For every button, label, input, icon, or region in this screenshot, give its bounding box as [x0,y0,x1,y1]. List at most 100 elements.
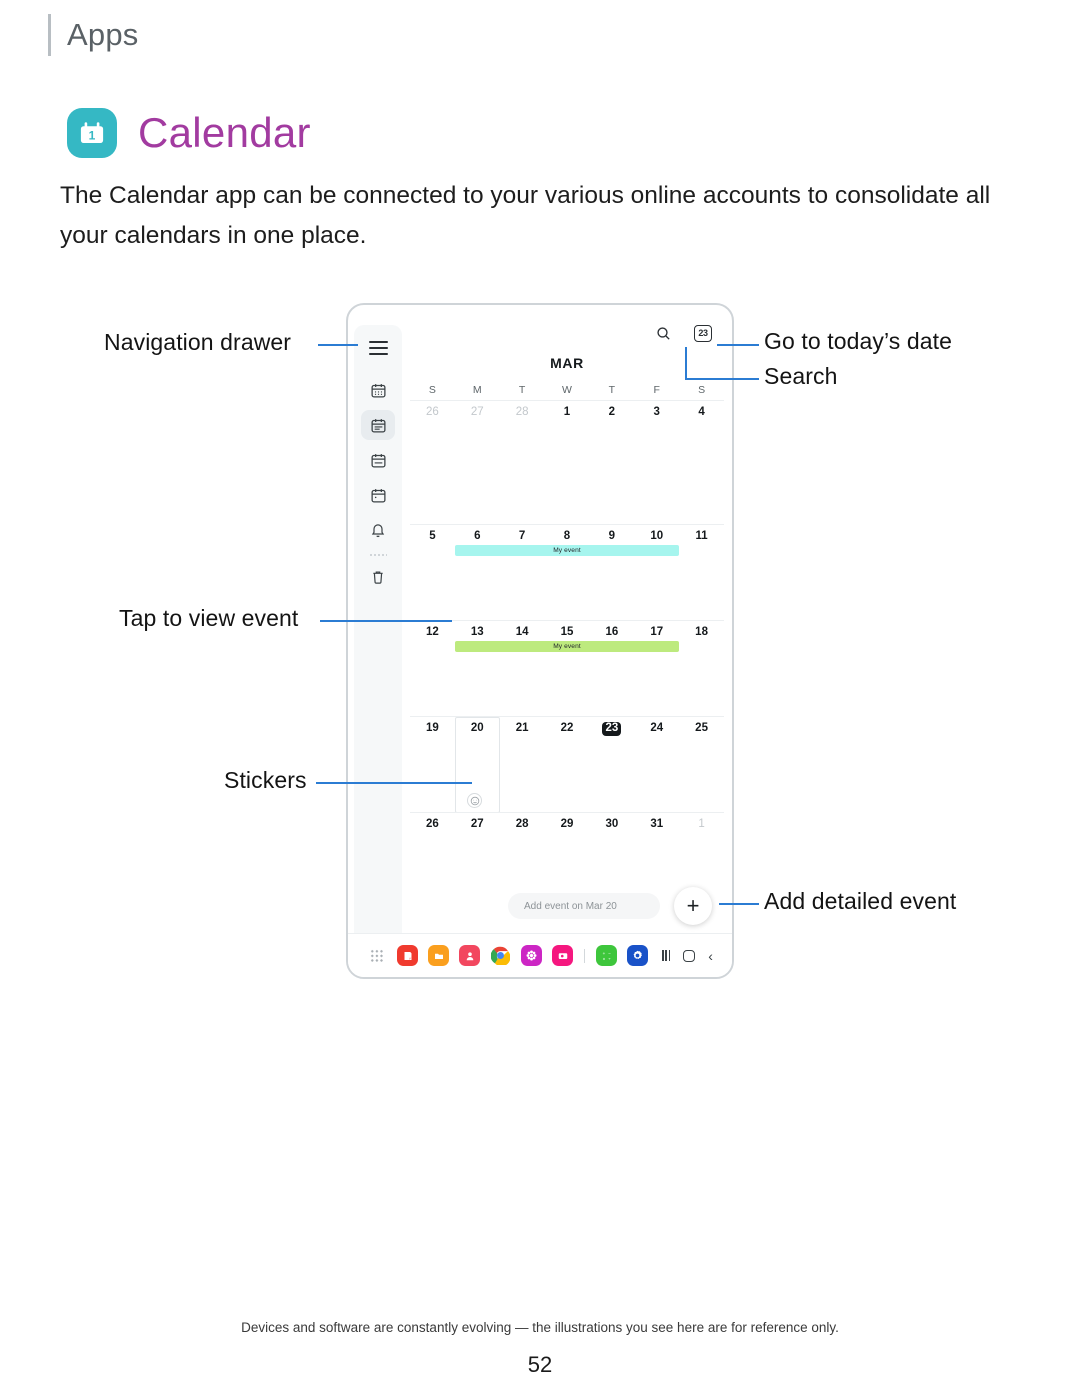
back-button[interactable]: ‹ [708,949,713,963]
day-cell[interactable]: 1 [545,406,590,418]
week-view-icon[interactable] [361,445,395,475]
dow-wed: W [562,384,572,396]
manual-page: Apps 1 Calendar The Calendar app can be … [0,0,1080,1397]
calendar-grid: 26 27 28 1 2 3 4 5 6 7 8 9 10 11 My even… [402,400,732,908]
month-label: MAR [550,355,584,371]
settings-icon[interactable] [627,945,648,966]
day-cell[interactable]: 23 [589,722,634,736]
day-view-icon[interactable] [361,480,395,510]
day-cell[interactable]: 12 [410,626,455,638]
breadcrumb: Apps [48,14,138,56]
samsung-notes-icon[interactable] [397,945,418,966]
day-cell[interactable]: 16 [589,626,634,638]
page-number: 52 [527,1352,553,1377]
day-cell[interactable]: 21 [500,722,545,736]
dow-mon: M [472,384,482,396]
leader-line [719,903,759,905]
day-cell[interactable]: 3 [634,406,679,418]
dow-fri: F [653,384,660,396]
day-cell[interactable]: 24 [634,722,679,736]
today-badge: 23 [602,722,622,736]
leader-line [685,378,759,380]
taskbar-separator [584,948,585,963]
recents-button[interactable] [662,950,671,961]
calendar-event-bar[interactable]: My event [454,641,680,652]
day-cell[interactable]: 18 [679,626,724,638]
day-cell[interactable]: 8 [545,530,590,542]
leader-line-vertical [685,347,687,379]
device-mockup: 23 MAR S M T W T F S 26 27 28 1 2 3 4 5 … [346,303,734,979]
calendar-pane: 23 MAR S M T W T F S 26 27 28 1 2 3 4 5 … [402,305,732,977]
day-cell[interactable]: 31 [634,818,679,830]
breadcrumb-rule [48,14,51,56]
rail-separator [369,553,387,557]
day-cell[interactable]: 10 [634,530,679,542]
calendar-topbar: 23 [402,305,732,361]
day-cell[interactable]: 4 [679,406,724,418]
page-title-text: Calendar [138,109,311,156]
navigation-drawer-button[interactable] [361,333,395,363]
day-cell[interactable]: 6 [455,530,500,542]
intro-paragraph: The Calendar app can be connected to you… [60,182,991,249]
day-cell[interactable]: 30 [589,818,634,830]
day-cell[interactable]: 5 [410,530,455,542]
day-cell[interactable]: 1 [679,818,724,830]
callout-stickers: Stickers [224,767,307,793]
smiley-sticker-icon[interactable] [467,793,483,808]
svg-text:1: 1 [89,128,96,142]
calendar-week-row: 5 6 7 8 9 10 11 My event [410,524,724,620]
day-cell[interactable]: 2 [589,406,634,418]
add-detailed-event-button[interactable]: + [674,887,712,925]
day-cell[interactable]: 22 [545,722,590,736]
today-chip-label: 23 [698,328,708,338]
svg-text:÷: ÷ [608,956,611,961]
calculator-icon[interactable]: + − × ÷ [596,945,617,966]
callout-search: Search [764,363,838,389]
add-event-input[interactable]: Add event on Mar 20 [508,893,660,919]
callout-go-to-today: Go to today’s date [764,328,953,354]
gallery-flower-icon[interactable] [521,945,542,966]
year-view-icon[interactable] [361,375,395,405]
day-cell[interactable]: 28 [500,818,545,830]
day-cell[interactable]: 28 [500,406,545,418]
chrome-icon[interactable] [490,945,511,966]
device-screen: 23 MAR S M T W T F S 26 27 28 1 2 3 4 5 … [348,305,732,977]
day-cell[interactable]: 9 [589,530,634,542]
svg-text:−: − [608,951,611,956]
trash-icon[interactable] [361,562,395,592]
page-title: 1 Calendar [67,108,311,158]
go-to-today-icon[interactable]: 23 [694,324,712,342]
day-cell[interactable]: 11 [679,530,724,542]
calendar-week-row: 12 13 14 15 16 17 18 My event [410,620,724,716]
calendar-actions: Add event on Mar 20 + [402,887,732,925]
day-cell[interactable]: 25 [679,722,724,736]
callout-navigation-drawer: Navigation drawer [104,329,292,355]
my-files-icon[interactable] [428,945,449,966]
calendar-event-bar[interactable]: My event [454,545,680,556]
day-cell[interactable]: 7 [500,530,545,542]
leader-line [320,620,452,622]
contacts-icon[interactable] [459,945,480,966]
day-cell[interactable]: 27 [455,406,500,418]
day-cell[interactable]: 29 [545,818,590,830]
day-cell[interactable]: 14 [500,626,545,638]
month-view-icon[interactable] [361,410,395,440]
dow-sat: S [698,384,706,396]
day-cell[interactable]: 15 [545,626,590,638]
dow-sun: S [428,384,436,396]
day-cell[interactable]: 13 [455,626,500,638]
dow-thu: T [608,384,616,396]
day-cell[interactable]: 27 [455,818,500,830]
camera-icon[interactable] [552,945,573,966]
leader-line [316,782,472,784]
day-cell[interactable]: 17 [634,626,679,638]
apps-grid-icon[interactable] [370,949,383,962]
reminder-bell-icon[interactable] [361,515,395,545]
day-cell[interactable]: 26 [410,818,455,830]
day-cell[interactable]: 26 [410,406,455,418]
day-cell[interactable]: 19 [410,722,455,736]
footer-note: Devices and software are constantly evol… [241,1320,839,1335]
home-button[interactable] [683,949,696,962]
search-icon[interactable] [655,325,672,342]
day-cell[interactable]: 20 [455,722,500,736]
